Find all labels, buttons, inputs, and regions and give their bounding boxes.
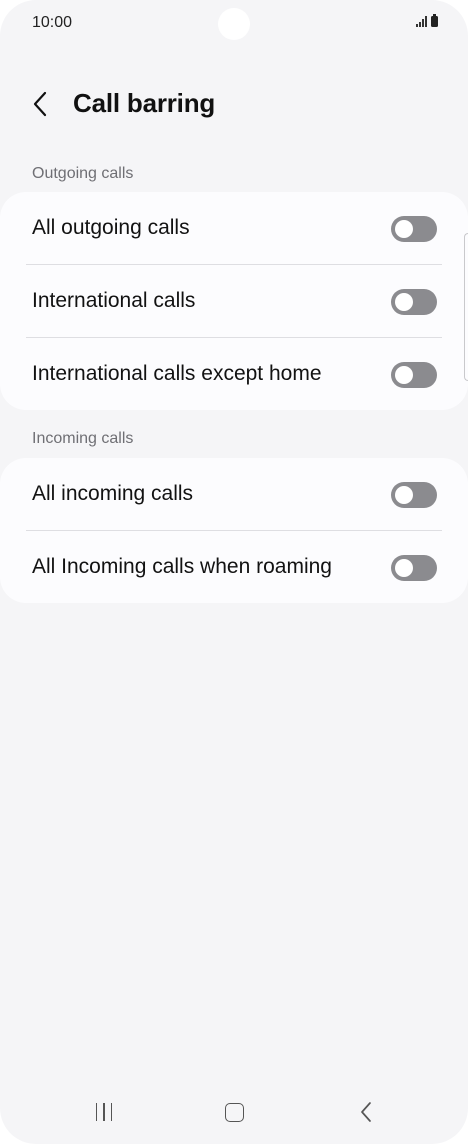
navigation-bar [0, 1080, 468, 1144]
setting-label: All outgoing calls [32, 216, 190, 239]
recents-icon [95, 1103, 113, 1121]
toggle-knob [395, 220, 413, 238]
back-button[interactable] [24, 88, 56, 120]
setting-label: International calls [32, 289, 196, 312]
camera-cutout [218, 8, 250, 40]
setting-label: All Incoming calls when roaming [32, 555, 332, 578]
app-header: Call barring [0, 76, 468, 132]
home-icon [224, 1102, 244, 1122]
international-toggle[interactable] [391, 289, 437, 315]
section-label-outgoing: Outgoing calls [32, 165, 134, 182]
toggle-knob [395, 293, 413, 311]
toggle-knob [395, 366, 413, 384]
outgoing-calls-card: All outgoing calls International calls I… [0, 192, 468, 410]
signal-icon [416, 16, 427, 27]
all-incoming-toggle[interactable] [391, 482, 437, 508]
scroll-indicator[interactable] [464, 233, 468, 381]
home-button[interactable] [214, 1098, 254, 1126]
back-icon [361, 1102, 371, 1122]
page-title: Call barring [73, 88, 216, 118]
setting-label: International calls except home [32, 362, 322, 385]
setting-row-international-except-home[interactable]: International calls except home [0, 338, 468, 411]
nav-back-button[interactable] [346, 1098, 386, 1126]
status-time: 10:00 [32, 14, 73, 31]
battery-icon [431, 14, 438, 27]
toggle-knob [395, 486, 413, 504]
setting-row-international[interactable]: International calls [0, 265, 468, 338]
toggle-knob [395, 559, 413, 577]
section-label-incoming: Incoming calls [32, 430, 134, 447]
setting-row-incoming-roaming[interactable]: All Incoming calls when roaming [0, 531, 468, 604]
setting-label: All incoming calls [32, 482, 194, 505]
chevron-left-icon [33, 91, 47, 117]
status-bar: 10:00 [0, 0, 468, 48]
international-except-home-toggle[interactable] [391, 362, 437, 388]
recents-button[interactable] [84, 1098, 124, 1126]
setting-row-all-outgoing[interactable]: All outgoing calls [0, 192, 468, 265]
setting-row-all-incoming[interactable]: All incoming calls [0, 458, 468, 531]
incoming-calls-card: All incoming calls All Incoming calls wh… [0, 458, 468, 603]
all-outgoing-toggle[interactable] [391, 216, 437, 242]
incoming-roaming-toggle[interactable] [391, 555, 437, 581]
phone-screen: 10:00 Call barring Outgoing calls All ou… [0, 0, 468, 1144]
status-icons [416, 14, 438, 27]
